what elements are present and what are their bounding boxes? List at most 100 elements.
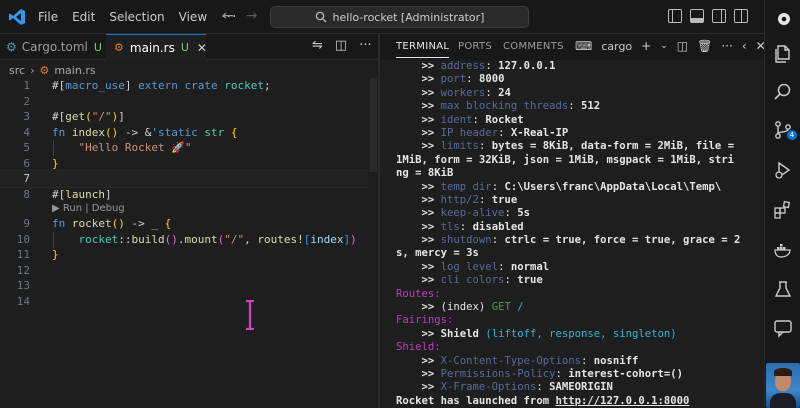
back-arrow-icon[interactable]: ← xyxy=(222,8,234,24)
terminal-line: Shield: xyxy=(396,341,762,354)
command-center[interactable]: hello-rocket [Administrator] xyxy=(270,6,529,28)
more-actions-icon[interactable]: ··· xyxy=(721,39,732,53)
forward-arrow-icon[interactable]: → xyxy=(246,8,258,24)
more-actions-icon[interactable]: ··· xyxy=(359,38,371,53)
terminal-separator: : xyxy=(504,274,518,287)
line-number: 11 xyxy=(16,248,30,261)
breadcrumb-file[interactable]: main.rs xyxy=(54,64,95,77)
line-number: 5 xyxy=(23,141,30,154)
line-number: 4 xyxy=(23,125,30,139)
terminal-separator: : xyxy=(485,60,499,72)
menu-view[interactable]: View xyxy=(172,10,214,24)
config-value: normal xyxy=(510,260,550,273)
terminal-line: >> shutdown: ctrlc = true, force = true,… xyxy=(396,234,762,247)
codelens-run-debug[interactable]: ▶ Run | Debug xyxy=(0,202,370,216)
code-line: 9 fn rocket() -> _ { xyxy=(0,216,370,232)
explorer-icon[interactable] xyxy=(773,44,793,64)
line-number: 6 xyxy=(23,156,30,170)
menu-selection[interactable]: Selection xyxy=(102,10,171,24)
rust-file-icon: ⚙ xyxy=(114,41,124,54)
section-heading: Shield: xyxy=(396,341,441,354)
config-key: X-Content-Type-Options xyxy=(440,354,581,367)
code-text: fn rocket() -> _ { xyxy=(52,217,172,230)
code-line: 5 "Hello Rocket 🚀" xyxy=(0,140,370,156)
tab-cargo-toml[interactable]: ⚙ Cargo.toml U xyxy=(0,34,106,60)
breadcrumb-folder[interactable]: src xyxy=(9,64,25,77)
toggle-primary-sidebar-icon[interactable] xyxy=(668,9,682,23)
terminal-bullet: >> xyxy=(396,73,441,86)
line-number: 9 xyxy=(23,217,30,230)
gear-icon: ⚙ xyxy=(6,40,17,54)
testing-icon[interactable] xyxy=(773,280,793,300)
source-control-badge: 4 xyxy=(787,130,797,140)
editor-actions: ⇋ ◫ ··· xyxy=(312,38,372,53)
terminal-shell-icon: ⌨ xyxy=(575,39,593,53)
extensions-icon[interactable] xyxy=(773,200,793,220)
code-editor[interactable]: 1 #[macro_use] extern crate rocket; 2 3 #[… xyxy=(0,78,371,309)
terminal-line: >> address: 127.0.0.1 xyxy=(396,60,762,73)
terminal-separator: : xyxy=(498,126,511,139)
config-value: true xyxy=(517,274,543,287)
tab-main-rs[interactable]: ⚙ main.rs U ✕ xyxy=(106,34,207,60)
section-heading: Fairings: xyxy=(396,314,454,327)
trash-icon[interactable]: 🗑 xyxy=(697,39,712,53)
menu-file[interactable]: File xyxy=(31,10,65,24)
run-debug-icon[interactable] xyxy=(773,160,793,180)
command-center-label: hello-rocket [Administrator] xyxy=(332,10,485,24)
config-value: 127.0.0.1 xyxy=(498,60,556,72)
config-value: 512 xyxy=(580,100,601,113)
terminal-separator: : xyxy=(478,140,492,153)
maximize-panel-icon[interactable]: ‹ xyxy=(742,39,747,53)
tab-terminal[interactable]: TERMINAL xyxy=(396,41,450,58)
code-text: #[get("/")] xyxy=(52,110,125,123)
menu-edit[interactable]: Edit xyxy=(65,10,102,24)
toggle-panel-icon[interactable] xyxy=(690,9,704,23)
terminal-shell-label[interactable]: cargo xyxy=(601,40,632,53)
tab-comments[interactable]: COMMENTS xyxy=(503,41,564,52)
accounts-icon[interactable] xyxy=(777,12,791,26)
code-line: 2 xyxy=(0,94,370,110)
search-icon[interactable] xyxy=(773,82,793,102)
vscode-logo-icon[interactable] xyxy=(8,8,26,26)
tab-ports[interactable]: PORTS xyxy=(458,41,492,52)
code-text: } xyxy=(52,248,59,261)
terminal-separator: : xyxy=(466,73,479,86)
config-value: Rocket xyxy=(485,113,524,126)
section-heading: Routes: xyxy=(396,287,441,300)
config-value: interest-cohort=() xyxy=(568,367,684,380)
docker-icon[interactable] xyxy=(773,240,793,260)
toggle-secondary-sidebar-icon[interactable] xyxy=(712,9,726,23)
terminal-line: >> Shield (liftoff, response, singleton) xyxy=(396,328,762,341)
line-number: 7 xyxy=(23,172,30,185)
terminal-line: >> log level: normal xyxy=(396,261,762,274)
terminal-line: >> ident: Rocket xyxy=(396,114,762,127)
code-line: 3 #[get("/")] xyxy=(0,109,370,125)
line-number: 1 xyxy=(23,79,30,92)
terminal-bullet: >> xyxy=(396,220,441,233)
scrollbar-thumb[interactable] xyxy=(370,78,377,172)
new-terminal-icon[interactable]: + xyxy=(641,39,651,53)
config-key: max blocking threads xyxy=(440,100,569,113)
panel-divider[interactable] xyxy=(378,34,380,408)
config-key: temp dir xyxy=(440,180,492,193)
split-terminal-icon[interactable]: ◫ xyxy=(677,39,688,53)
config-key: ident xyxy=(440,113,473,126)
close-icon[interactable]: ✕ xyxy=(197,41,207,55)
compare-icon[interactable]: ⇋ xyxy=(312,38,323,53)
chevron-down-icon[interactable]: ⌄ xyxy=(660,41,668,51)
search-icon xyxy=(315,11,326,23)
terminal-separator: : xyxy=(504,207,518,220)
chat-icon[interactable] xyxy=(773,318,793,338)
config-key: cli colors xyxy=(440,274,505,287)
terminal-output[interactable]: >> address: 127.0.0.1 >> port: 8000 >> w… xyxy=(396,60,762,408)
launch-url[interactable]: http://127.0.0.1:8000 xyxy=(555,395,689,407)
code-text: #[macro_use] extern crate rocket; xyxy=(52,79,271,92)
terminal-line: >> limits: bytes = 8KiB, data-form = 2Mi… xyxy=(396,140,762,153)
terminal-separator: : xyxy=(478,193,492,206)
terminal-line: >> temp dir: C:\Users\franc\AppData\Loca… xyxy=(396,181,762,194)
terminal-actions: ⌨ cargo + ⌄ ◫ 🗑 ··· ‹ ✕ xyxy=(575,39,766,53)
layout-controls xyxy=(668,9,748,23)
code-text: } xyxy=(52,156,59,170)
split-editor-icon[interactable]: ◫ xyxy=(335,38,347,53)
customize-layout-icon[interactable] xyxy=(734,9,748,23)
